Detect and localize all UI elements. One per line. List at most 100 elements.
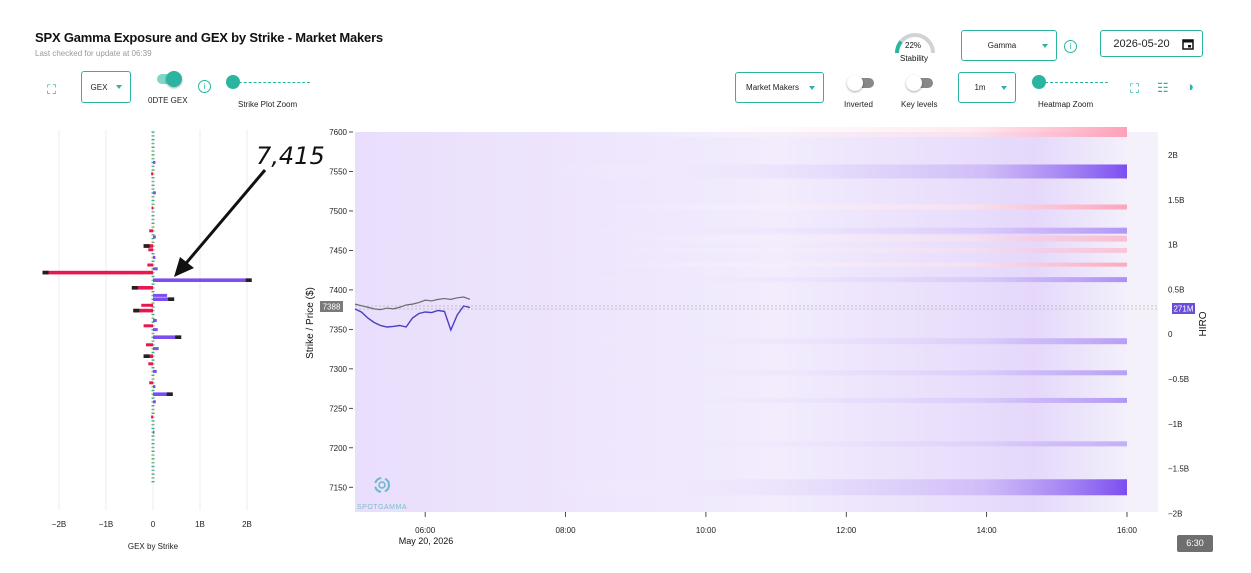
spotgamma-watermark: SPOTGAMMA — [357, 504, 407, 511]
gex-bar — [149, 229, 153, 233]
heatmap-band-negative — [600, 262, 1127, 267]
gex-spine-bar — [151, 211, 155, 213]
zero-dte-toggle[interactable] — [157, 71, 182, 87]
stability-gauge: 22% Stability — [893, 27, 937, 65]
gex-select-value: GEX — [90, 82, 108, 92]
gex-bar-tip — [175, 335, 182, 339]
gex-bar-tip — [166, 392, 173, 396]
gex-x-tick: −1B — [99, 520, 113, 529]
inverted-toggle[interactable] — [847, 75, 874, 91]
heatmap-zoom-label: Heatmap Zoom — [1038, 100, 1094, 109]
heatmap-y-tick: 7200 — [329, 444, 347, 453]
gex-select[interactable]: GEX — [81, 71, 131, 103]
page-title: SPX Gamma Exposure and GEX by Strike - M… — [35, 30, 383, 45]
info-icon[interactable]: i — [198, 80, 211, 93]
gex-spine-bar — [151, 389, 155, 392]
heatmap-zoom-slider-track[interactable] — [1040, 82, 1108, 83]
hiro-tick: 0 — [1168, 330, 1173, 339]
interval-select[interactable]: 1m — [958, 72, 1016, 103]
heatmap-ylabel: Strike / Price ($) — [305, 287, 316, 359]
heatmap-y-tick: 7250 — [329, 404, 347, 413]
gex-x-tick: −2B — [52, 520, 66, 529]
gex-bar — [148, 248, 153, 252]
heatmap-y-tick: 7550 — [329, 167, 347, 176]
gex-x-tick: 1B — [195, 520, 205, 529]
gex-spine-bar — [151, 405, 155, 407]
gex-bar-tip — [143, 354, 150, 358]
toggle-knob — [847, 75, 863, 91]
key-levels-label: Key levels — [901, 100, 938, 109]
gex-spine-bar — [151, 454, 155, 456]
gamma-select[interactable]: Gamma — [961, 30, 1057, 61]
gex-bar — [147, 263, 153, 267]
heatmap-band-negative — [600, 204, 1127, 210]
gex-spine-bar — [151, 435, 155, 437]
gex-spine-bar — [151, 408, 155, 411]
date-field[interactable]: 2026-05-20 — [1100, 30, 1203, 57]
gex-spine-bar — [151, 199, 155, 202]
market-makers-select[interactable]: Market Makers — [735, 72, 824, 103]
heatmap-band-positive — [550, 338, 1127, 345]
gex-spine-bar — [151, 253, 155, 255]
gex-bar — [153, 400, 156, 404]
gex-bar-tip — [168, 297, 175, 301]
gex-spine-bar — [151, 165, 155, 167]
heatmap-band-positive — [550, 227, 1127, 234]
gex-spine-bar — [151, 241, 155, 243]
gex-spine-bar — [151, 275, 155, 278]
heatmap-x-sublabel: May 20, 2026 — [399, 536, 454, 546]
gex-bar — [153, 369, 157, 373]
contrast-icon[interactable]: ◑ — [1186, 80, 1194, 93]
heatmap-chart: 7600 7550 7500 7450 7400 7350 7300 7250 7200 7150… — [305, 127, 1209, 546]
gex-spine-bar — [151, 158, 155, 160]
hiro-tag-text: 271M — [1173, 305, 1193, 314]
zero-dte-label: 0DTE GEX — [148, 96, 188, 105]
gex-spine-bar — [151, 177, 155, 179]
gex-spine-bar — [151, 465, 155, 468]
calendar-icon[interactable] — [1182, 38, 1194, 50]
expand-icon[interactable]: ⛶ — [1130, 82, 1139, 95]
heatmap-band-positive — [550, 397, 1127, 403]
expand-icon[interactable]: ⛶ — [47, 83, 56, 96]
heatmap-band-positive — [550, 479, 1127, 496]
price-tag-text: 7388 — [323, 303, 341, 312]
gex-bar — [153, 267, 158, 271]
gex-spine-bar — [151, 367, 155, 369]
gex-spine-bar — [151, 351, 155, 354]
gex-spine-bar — [151, 169, 155, 171]
inverted-label: Inverted — [844, 100, 873, 109]
gex-bar — [153, 318, 157, 322]
gex-x-tick: 0 — [151, 520, 156, 529]
gex-spine-bar — [151, 446, 155, 449]
gex-bar-tip — [131, 286, 138, 290]
heatmap-y-tick: 7450 — [329, 246, 347, 255]
gex-bar-tip — [133, 308, 140, 313]
gex-bar — [148, 362, 153, 366]
settings-sliders-icon[interactable]: ☷ — [1157, 81, 1169, 94]
gex-spine-bar — [151, 154, 155, 156]
gex-bar — [143, 324, 153, 328]
gex-spine-bar — [151, 317, 155, 319]
heatmap-x-tick: 14:00 — [977, 526, 998, 535]
heatmap-y-tick: 7350 — [329, 325, 347, 334]
heatmap-y-tick: 7300 — [329, 365, 347, 374]
gex-spine-bar — [151, 450, 155, 452]
gex-spine-bar — [151, 203, 155, 205]
gex-spine-bar — [151, 184, 155, 186]
gex-spine-bar — [151, 473, 155, 475]
gex-spine-bar — [151, 146, 155, 148]
strike-zoom-slider-track[interactable] — [234, 82, 310, 83]
hiro-tick: 2B — [1168, 151, 1178, 160]
key-levels-toggle[interactable] — [906, 75, 933, 91]
gex-spine-bar — [151, 142, 155, 145]
date-value: 2026-05-20 — [1113, 37, 1170, 50]
hiro-tick: 0.5B — [1168, 285, 1184, 294]
interval-value: 1m — [974, 83, 986, 92]
strike-zoom-slider-knob[interactable] — [226, 75, 240, 89]
heatmap-zoom-slider-knob[interactable] — [1032, 75, 1046, 89]
heatmap-y-tick: 7600 — [329, 128, 347, 137]
hiro-tick: 1.5B — [1168, 196, 1184, 205]
chevron-down-icon — [1001, 85, 1007, 90]
chevron-down-icon — [1042, 43, 1048, 48]
info-icon[interactable]: i — [1064, 40, 1077, 53]
